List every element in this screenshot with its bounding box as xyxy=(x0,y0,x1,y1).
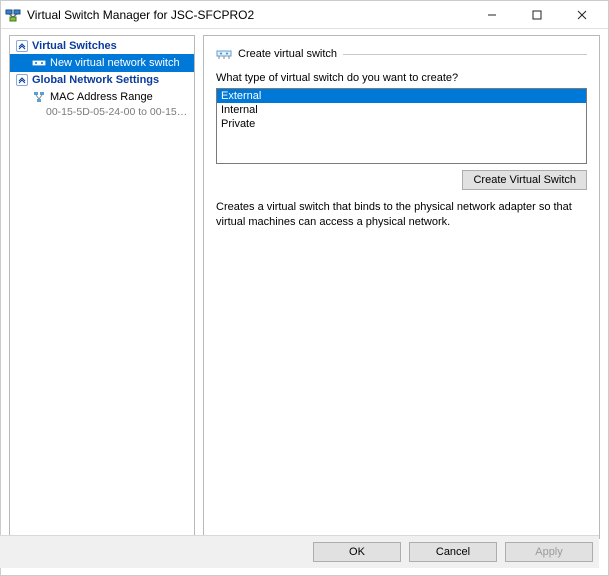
tree-item-label: New virtual network switch xyxy=(50,57,180,69)
main-panel: Create virtual switch What type of virtu… xyxy=(203,35,600,539)
minimize-button[interactable] xyxy=(469,1,514,29)
listbox-item-private[interactable]: Private xyxy=(217,117,586,131)
listbox-item-internal[interactable]: Internal xyxy=(217,103,586,117)
tree-item-mac-range-value: 00-15-5D-05-24-00 to 00-15-5D-0... xyxy=(10,106,194,120)
switch-type-description: Creates a virtual switch that binds to t… xyxy=(216,200,587,230)
dialog-footer: OK Cancel Apply xyxy=(0,535,599,568)
tree-section-global-settings[interactable]: Global Network Settings xyxy=(10,72,194,88)
apply-button[interactable]: Apply xyxy=(505,542,593,562)
switch-icon xyxy=(32,56,46,70)
ok-button[interactable]: OK xyxy=(313,542,401,562)
cancel-button[interactable]: Cancel xyxy=(409,542,497,562)
collapse-icon[interactable] xyxy=(16,40,28,52)
create-virtual-switch-button[interactable]: Create Virtual Switch xyxy=(462,170,587,190)
content-area: Virtual Switches New virtual network swi… xyxy=(1,29,608,539)
collapse-icon[interactable] xyxy=(16,74,28,86)
tree-item-new-switch[interactable]: New virtual network switch xyxy=(10,54,194,72)
tree-item-mac-range[interactable]: MAC Address Range xyxy=(10,88,194,106)
groupbox-title-text: Create virtual switch xyxy=(238,48,337,60)
window-title: Virtual Switch Manager for JSC-SFCPRO2 xyxy=(27,8,254,22)
app-icon xyxy=(5,7,21,23)
sidebar: Virtual Switches New virtual network swi… xyxy=(9,35,195,539)
groupbox-header: Create virtual switch xyxy=(216,46,587,62)
network-icon xyxy=(32,90,46,104)
tree-section-virtual-switches[interactable]: Virtual Switches xyxy=(10,38,194,54)
switch-icon xyxy=(216,46,232,62)
tree-section-label: Global Network Settings xyxy=(32,74,159,86)
maximize-button[interactable] xyxy=(514,1,559,29)
divider xyxy=(343,54,587,55)
titlebar: Virtual Switch Manager for JSC-SFCPRO2 xyxy=(1,1,608,29)
tree-section-label: Virtual Switches xyxy=(32,40,117,52)
prompt-text: What type of virtual switch do you want … xyxy=(216,72,587,84)
switch-type-listbox[interactable]: External Internal Private xyxy=(216,88,587,164)
tree-item-label: MAC Address Range xyxy=(50,91,153,103)
listbox-item-external[interactable]: External xyxy=(217,89,586,103)
close-button[interactable] xyxy=(559,1,604,29)
